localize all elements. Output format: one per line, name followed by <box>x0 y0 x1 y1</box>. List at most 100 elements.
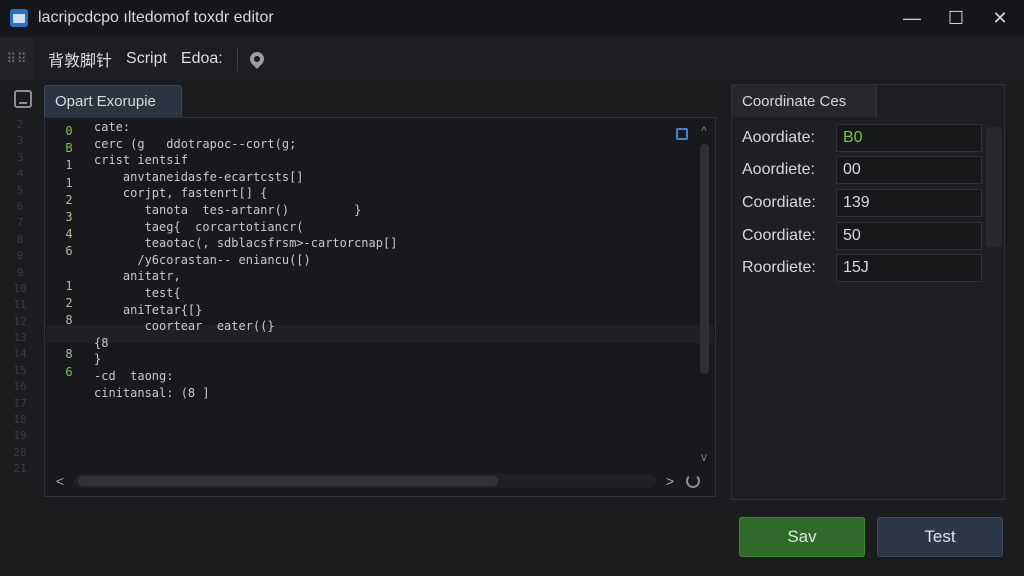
test-button[interactable]: Test <box>877 517 1003 557</box>
toolbar-item-edit[interactable]: Edoa: <box>181 50 223 68</box>
line-number: 6 <box>16 199 24 213</box>
code-lines[interactable]: cate: cerc (g ddotrapoc--cort(g; crist i… <box>94 120 674 402</box>
code-line: aniTetar{[} <box>94 302 203 317</box>
code-line: coortear eater((} <box>94 319 275 334</box>
coordinate-field[interactable]: 139 <box>836 189 982 217</box>
coordinate-panel-scrollbar[interactable] <box>986 127 1002 247</box>
line-marker: 2 <box>65 295 73 310</box>
toolbar-item-script[interactable]: Script <box>126 50 167 68</box>
line-number: 3 <box>16 150 24 164</box>
editor-options-icon[interactable] <box>676 128 688 140</box>
line-marker: B <box>65 141 73 156</box>
window-title: lacripcdcpo ıltedomof toxdr editor <box>38 9 274 26</box>
line-marker: 8 <box>65 313 73 328</box>
minimize-button[interactable]: — <box>890 0 934 36</box>
coordinate-row: Roordiete: 15J <box>742 254 986 282</box>
coordinate-label: Aoordiete: <box>742 161 815 178</box>
line-number: 17 <box>13 396 27 410</box>
code-line: -cd taong: <box>94 368 174 383</box>
line-marker <box>56 262 82 279</box>
line-marker: 1 <box>65 158 73 173</box>
scroll-right-icon[interactable]: > <box>660 473 680 489</box>
maximize-button[interactable]: ☐ <box>934 0 978 36</box>
coordinate-row: Aoordiete: 00 <box>742 156 986 184</box>
app-icon <box>10 9 28 27</box>
scrollbar-track[interactable] <box>74 474 656 488</box>
scroll-left-icon[interactable]: < <box>50 473 70 489</box>
line-number: 2 <box>16 118 24 131</box>
toolbar-item-0[interactable]: 背敦脚针 <box>48 47 112 71</box>
line-number: 21 <box>13 462 27 476</box>
scroll-up-icon[interactable]: ^ <box>697 124 711 138</box>
code-line: cinitansal: (8 ] <box>94 385 210 400</box>
coordinate-field[interactable]: B0 <box>836 124 982 152</box>
code-line: teaotac(, sdblacsfrsm>-cartorcnap[] <box>94 236 398 251</box>
coordinate-label: Coordiate: <box>742 227 816 244</box>
code-line: corjpt, fastenrt[] { <box>94 186 268 201</box>
tab-coordinates[interactable]: Coordinate Ces <box>732 85 877 117</box>
line-number: 7 <box>16 216 24 230</box>
line-marker <box>56 330 82 347</box>
save-button[interactable]: Sav <box>739 517 865 557</box>
line-number: 11 <box>13 298 27 312</box>
code-line: anvtaneidasfe-ecartcsts[] <box>94 169 304 184</box>
location-pin-icon[interactable] <box>246 49 267 69</box>
refresh-icon[interactable] <box>686 474 700 488</box>
scroll-down-icon[interactable]: v <box>697 450 711 464</box>
line-number: 14 <box>13 347 27 361</box>
code-line: cate: <box>94 120 131 134</box>
coordinate-row: Aoordiate: B0 <box>742 124 986 152</box>
file-icon[interactable] <box>14 90 32 108</box>
code-line: } <box>94 352 102 367</box>
line-marker: 8 <box>65 347 73 362</box>
code-line: cerc (g ddotrapoc--cort(g; <box>94 136 297 151</box>
line-number: 12 <box>13 314 27 328</box>
line-number: 8 <box>16 232 24 246</box>
coordinate-field[interactable]: 50 <box>836 222 982 250</box>
toolbar: ⠿⠿ 背敦脚针 Script Edoa: <box>0 38 1024 80</box>
code-line: crist ientsif <box>94 153 188 168</box>
code-line: tanota tes-artanr() } <box>94 202 362 217</box>
line-marker: 0 <box>65 124 73 138</box>
scrollbar-thumb[interactable] <box>78 476 498 486</box>
title-bar: lacripcdcpo ıltedomof toxdr editor — ☐ ✕ <box>0 0 1024 36</box>
line-number: 9 <box>16 265 24 279</box>
line-number: 9 <box>16 249 24 263</box>
line-marker: 1 <box>65 175 73 190</box>
line-number: 4 <box>16 167 24 181</box>
coordinate-row: Coordiate: 50 <box>742 222 986 250</box>
code-line: /y6corastan-- eniancu([) <box>94 252 311 267</box>
line-number: 5 <box>16 183 24 197</box>
line-number-gutter: 2 3 3 4 5 6 7 8 9 9 10 11 12 13 14 15 16… <box>0 118 40 479</box>
line-number: 10 <box>13 281 27 295</box>
tab-editor[interactable]: Opart Exorupie <box>44 85 182 117</box>
toolbar-divider <box>236 47 238 71</box>
line-marker: 3 <box>65 209 73 224</box>
code-line: taeg{ corcartotiancr( <box>94 219 304 234</box>
marker-column: 0 B 1 1 2 3 4 6 1 2 8 8 6 <box>56 124 82 382</box>
close-button[interactable]: ✕ <box>978 0 1022 36</box>
coordinate-label: Roordiete: <box>742 259 816 276</box>
line-number: 13 <box>13 331 27 345</box>
scrollbar-thumb[interactable] <box>700 144 709 374</box>
coordinate-label: Coordiate: <box>742 194 816 211</box>
line-number: 3 <box>16 134 24 148</box>
line-number: 15 <box>13 363 27 377</box>
coordinate-field[interactable]: 00 <box>836 156 982 184</box>
line-marker: 6 <box>65 244 73 259</box>
coordinate-row: Coordiate: 139 <box>742 189 986 217</box>
code-line: {8 <box>94 335 109 350</box>
line-marker: 1 <box>65 278 73 293</box>
line-marker: 6 <box>65 364 73 379</box>
toolbar-grip-icon[interactable]: ⠿⠿ <box>0 38 34 80</box>
line-number: 18 <box>13 413 27 427</box>
coordinate-field[interactable]: 15J <box>836 254 982 282</box>
line-marker: 2 <box>65 192 73 207</box>
line-marker: 4 <box>65 227 73 242</box>
editor-vertical-scrollbar[interactable]: ^ v <box>697 124 711 464</box>
code-line: anitatr, <box>94 269 181 284</box>
coordinate-label: Aoordiate: <box>742 129 815 146</box>
line-number: 20 <box>13 445 27 459</box>
line-number: 16 <box>13 380 27 394</box>
editor-horizontal-scrollbar[interactable]: < > <box>50 470 700 492</box>
